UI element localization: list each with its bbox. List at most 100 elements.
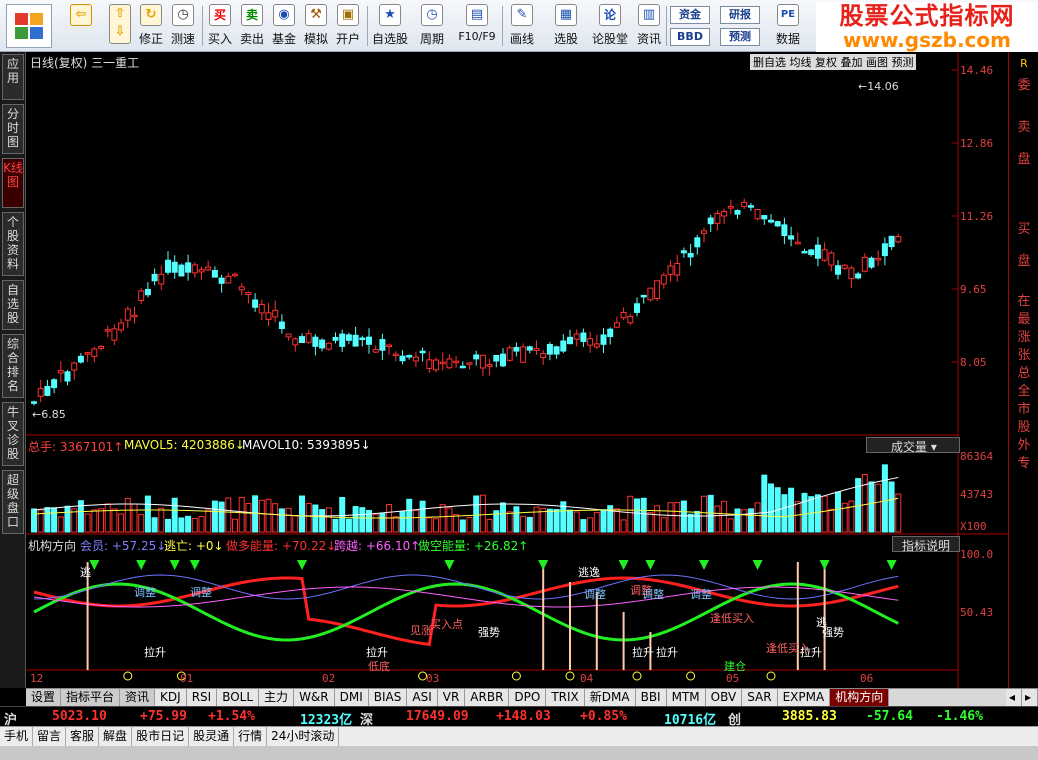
menu-message[interactable]: 留言 (33, 727, 67, 746)
panel-char: 总 (1017, 366, 1031, 381)
menu-diary[interactable]: 股市日记 (132, 727, 190, 746)
volume-bar (754, 502, 761, 533)
buy-signal-arrow (645, 560, 656, 570)
candle-body (821, 249, 828, 261)
tab-institution-direction[interactable]: 机构方向 (830, 689, 890, 706)
volume-bar (640, 497, 647, 533)
news-label: 资讯 (636, 32, 661, 46)
indicator-help-button[interactable]: 指标说明 (892, 536, 960, 553)
kline-chart-canvas[interactable] (26, 52, 1008, 688)
speed-test-button[interactable]: ◷ 测速 (168, 4, 198, 50)
tab-obv[interactable]: OBV (705, 689, 743, 706)
tab-wr[interactable]: W&R (294, 689, 335, 706)
tab-bias[interactable]: BIAS (368, 689, 408, 706)
menu-mobile[interactable]: 手机 (0, 727, 34, 746)
tab-stock-info[interactable]: 个股资料 (2, 212, 24, 276)
stock-pick-label: 选股 (553, 32, 578, 46)
fix-button[interactable]: ↻ 修正 (136, 4, 166, 50)
candle-body (768, 219, 774, 223)
self-pick-label: 自选股 (371, 32, 408, 46)
volume-axis-3: X100 (960, 520, 987, 533)
tab-dmi[interactable]: DMI (334, 689, 369, 706)
date-label: 06 (860, 672, 874, 685)
tab-kdj[interactable]: KDJ (155, 689, 187, 706)
simulate-button[interactable]: ⚒ 模拟 (301, 4, 331, 50)
tab-rsi[interactable]: RSI (186, 689, 218, 706)
tab-diagnosis[interactable]: 牛叉诊股 (2, 402, 24, 466)
self-pick-button[interactable]: ★ 自选股 (370, 4, 410, 50)
back-button[interactable]: ⇦ (66, 4, 96, 50)
volume-bar (741, 509, 748, 533)
tab-boll[interactable]: BOLL (217, 689, 260, 706)
forecast-button[interactable]: 预测 (720, 28, 760, 46)
stock-pick-button[interactable]: ▦ 选股 (548, 4, 584, 50)
news-button[interactable]: ▥ 资讯 (634, 4, 664, 50)
sell-button[interactable]: 卖 卖出 (237, 4, 267, 50)
candle-body (627, 315, 634, 324)
period-button[interactable]: ◷ 周期 (414, 4, 450, 50)
menu-service[interactable]: 客服 (66, 727, 100, 746)
tab-arbr[interactable]: ARBR (465, 689, 510, 706)
right-quote-panel[interactable]: R 委 卖 盘 买 盘 在 最 涨 张 总 全 市 股 外 专 (1008, 52, 1038, 688)
tab-self-pick[interactable]: 自选股 (2, 280, 24, 330)
kline-chart-area[interactable]: 日线(复权) 三一重工 删自选 均线 复权 叠加 画图 预测 14.46 12.… (26, 52, 1008, 688)
buy-button[interactable]: 买 买入 (205, 4, 235, 50)
data-button[interactable]: PE 数据 (770, 4, 806, 50)
tab-super-quote[interactable]: 超级盘口 (2, 470, 24, 534)
tab-app[interactable]: 应用 (2, 54, 24, 100)
scroll-left-icon[interactable]: ◂ (1006, 689, 1022, 706)
volume-bar (238, 496, 245, 533)
volume-bar (546, 508, 553, 533)
tab-main-force[interactable]: 主力 (259, 689, 295, 706)
fund-button[interactable]: ◉ 基金 (269, 4, 299, 50)
bbd-button[interactable]: BBD (670, 28, 710, 46)
menu-gulingtong[interactable]: 股灵通 (189, 727, 235, 746)
tab-expma[interactable]: EXPMA (777, 689, 831, 706)
hammer-icon: ⚒ (305, 4, 327, 26)
candle-body (406, 355, 413, 358)
tab-dpo[interactable]: DPO (509, 689, 547, 706)
menu-quotes[interactable]: 行情 (234, 727, 268, 746)
candle-body (345, 334, 352, 341)
chart-top-menu[interactable]: 删自选 均线 复权 叠加 画图 预测 (750, 54, 917, 70)
menu-analysis[interactable]: 解盘 (99, 727, 133, 746)
tab-mtm[interactable]: MTM (666, 689, 706, 706)
menu-24h-scroll[interactable]: 24小时滚动 (267, 727, 340, 746)
buy-signal-arrow (618, 560, 629, 570)
app-logo-icon[interactable] (6, 4, 52, 48)
cy-change: -57.64 (866, 709, 913, 724)
up-down-button[interactable]: ⇧ ⇩ (108, 4, 132, 50)
volume-bar (520, 515, 527, 533)
volume-bar (613, 508, 620, 533)
tab-asi[interactable]: ASI (407, 689, 438, 706)
tab-bbi[interactable]: BBI (635, 689, 667, 706)
panel-char: 买 (1017, 222, 1031, 237)
forum-button[interactable]: 论 论股堂 (590, 4, 630, 50)
tab-new-dma[interactable]: 新DMA (584, 689, 636, 706)
volume-selector[interactable]: 成交量 ▾ (866, 437, 960, 454)
report-button[interactable]: 研报 (720, 6, 760, 24)
tab-indicator-platform[interactable]: 指标平台 (61, 689, 121, 706)
candle-body (694, 237, 701, 248)
candle-body (386, 344, 393, 348)
mavol5-label: MAVOL5: 4203886↓ (124, 438, 245, 452)
tab-vr[interactable]: VR (437, 689, 466, 706)
draw-line-button[interactable]: ✎ 画线 (505, 4, 539, 50)
sh-index: 5023.10 (52, 709, 107, 724)
tab-trix[interactable]: TRIX (546, 689, 585, 706)
zijin-button[interactable]: 资金 (670, 6, 710, 24)
tab-kline[interactable]: K线图 (2, 158, 24, 208)
f10-button[interactable]: ▤ F10/F9 (455, 4, 499, 50)
tab-timeshare[interactable]: 分时图 (2, 104, 24, 154)
tab-sar[interactable]: SAR (742, 689, 778, 706)
candle-body (493, 354, 500, 362)
scroll-right-icon[interactable]: ▸ (1022, 689, 1038, 706)
tab-news[interactable]: 资讯 (120, 689, 156, 706)
open-account-button[interactable]: ▣ 开户 (333, 4, 363, 50)
candle-body (680, 250, 687, 254)
tab-settings[interactable]: 设置 (26, 689, 62, 706)
candle-body (660, 274, 667, 285)
candle-body (292, 338, 299, 346)
tab-ranking[interactable]: 综合排名 (2, 334, 24, 398)
volume-bar (861, 473, 868, 533)
